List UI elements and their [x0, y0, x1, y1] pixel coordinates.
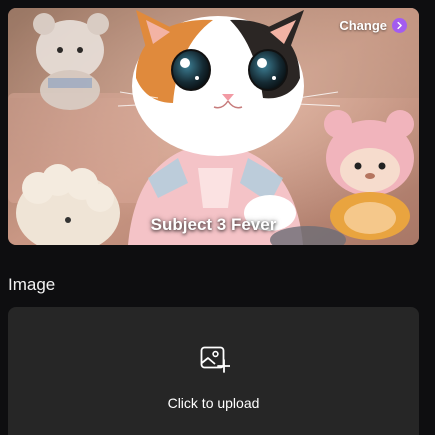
image-add-icon	[200, 346, 230, 373]
change-label: Change	[339, 18, 387, 33]
template-title: Subject 3 Fever	[150, 215, 277, 234]
chevron-right-icon	[392, 18, 407, 33]
image-upload-area[interactable]: Click to upload	[8, 307, 419, 435]
template-preview-image	[8, 8, 419, 245]
plush-toy-top-left	[33, 13, 109, 110]
change-template-button[interactable]: Change	[339, 18, 407, 33]
template-card[interactable]: Change Subject 3 Fever	[8, 8, 419, 245]
upload-prompt: Click to upload	[167, 395, 260, 411]
page: Change Subject 3 Fever Image Click to up…	[0, 0, 435, 435]
image-section-label: Image	[8, 275, 56, 294]
